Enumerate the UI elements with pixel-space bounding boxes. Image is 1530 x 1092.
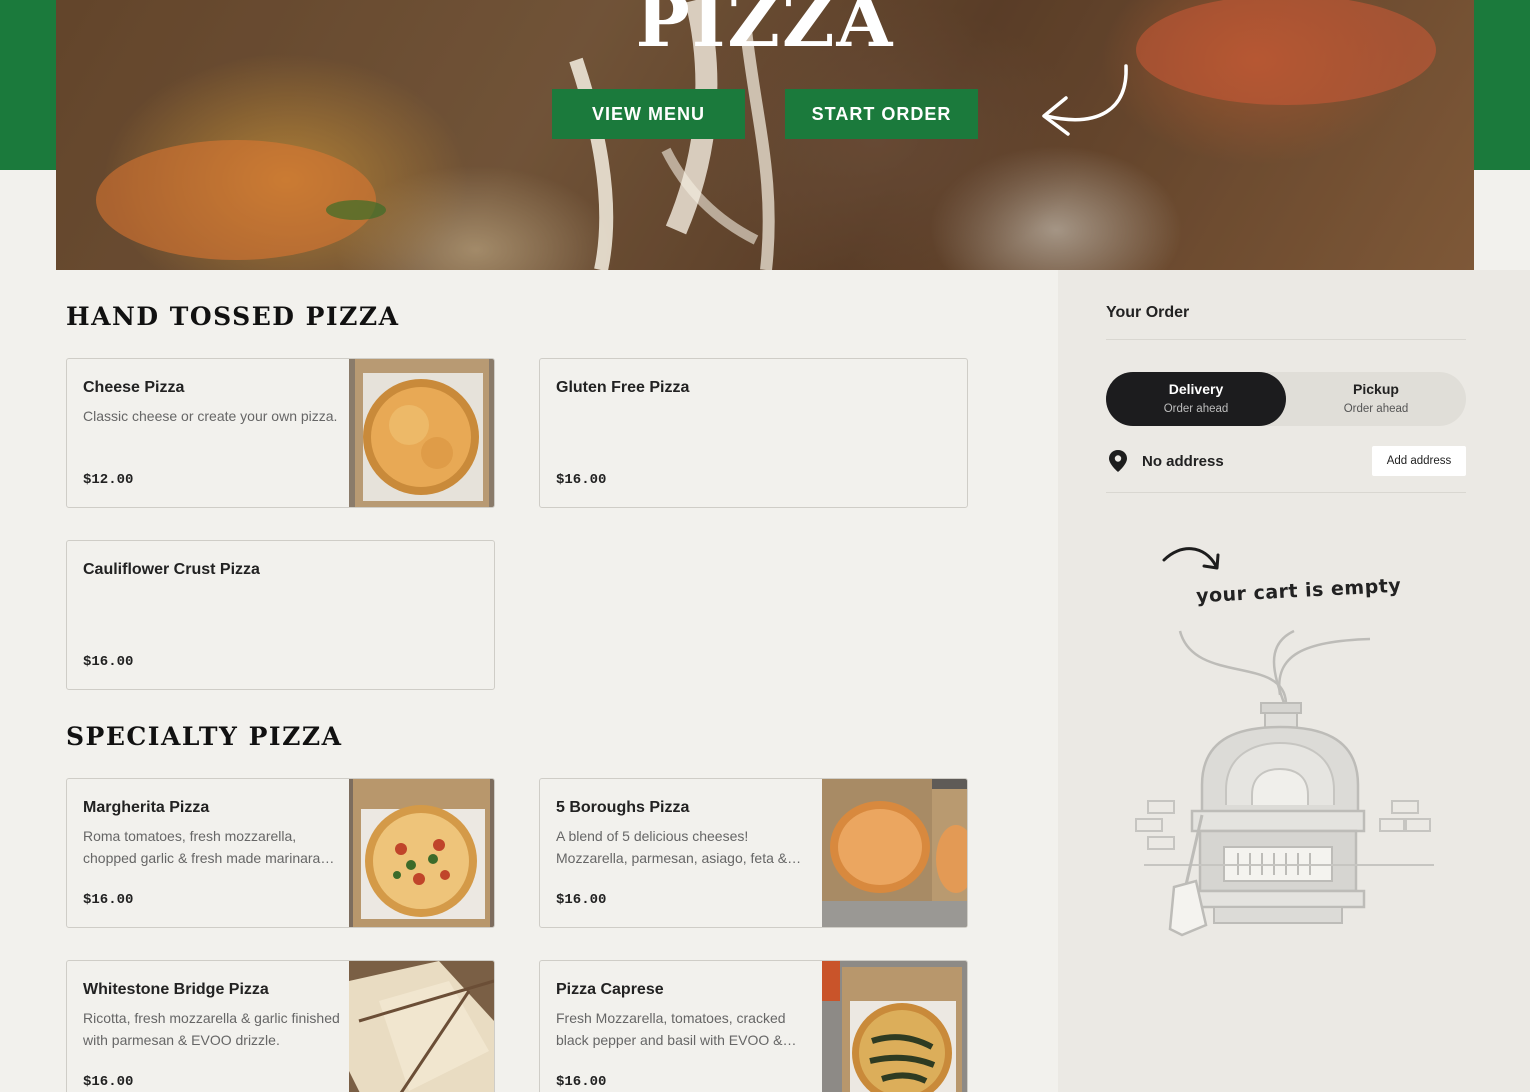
delivery-sub-label: Order ahead bbox=[1163, 403, 1229, 415]
menu-item-name: Gluten Free Pizza bbox=[556, 379, 690, 396]
menu-item-card[interactable]: Gluten Free Pizza $16.00 bbox=[539, 358, 968, 508]
menu-item-image bbox=[349, 779, 494, 927]
menu-item-price: $16.00 bbox=[83, 892, 134, 908]
fulfillment-toggle: Delivery Order ahead Pickup Order ahead bbox=[1106, 372, 1466, 426]
menu-item-card[interactable]: Cheese Pizza Classic cheese or create yo… bbox=[66, 358, 495, 508]
pickup-label: Pickup bbox=[1353, 381, 1399, 397]
menu-item-name: Cheese Pizza bbox=[83, 379, 185, 396]
curved-arrow-icon bbox=[1042, 64, 1128, 136]
menu-item-name: Cauliflower Crust Pizza bbox=[83, 561, 260, 578]
menu-item-description: Fresh Mozzarella, tomatoes, cracked blac… bbox=[556, 1010, 786, 1048]
menu-item-card[interactable]: Cauliflower Crust Pizza $16.00 bbox=[66, 540, 495, 690]
menu-item-price: $12.00 bbox=[83, 472, 134, 488]
menu-item-price: $16.00 bbox=[556, 1074, 607, 1090]
menu-item-image bbox=[822, 961, 967, 1092]
menu-item-card[interactable]: Pizza Caprese Fresh Mozzarella, tomatoes… bbox=[539, 960, 968, 1092]
menu-item-description: Ricotta, fresh mozzarella & garlic finis… bbox=[83, 1010, 340, 1048]
delivery-label: Delivery bbox=[1168, 381, 1224, 397]
divider bbox=[1106, 339, 1466, 340]
pickup-sub-label: Order ahead bbox=[1343, 403, 1409, 415]
pickup-option[interactable]: Pickup Order ahead bbox=[1286, 372, 1466, 426]
menu-item-card[interactable]: 5 Boroughs Pizza A blend of 5 delicious … bbox=[539, 778, 968, 928]
view-menu-button[interactable]: VIEW MENU bbox=[552, 89, 745, 139]
menu-item-description: A blend of 5 delicious cheeses! Mozzarel… bbox=[556, 828, 788, 866]
section-title-hand-tossed: HAND TOSSED PIZZA bbox=[66, 302, 400, 331]
menu-item-image bbox=[349, 961, 494, 1092]
address-label: No address bbox=[1142, 453, 1224, 470]
delivery-option[interactable]: Delivery Order ahead bbox=[1106, 372, 1286, 426]
menu-item-price: $16.00 bbox=[556, 892, 607, 908]
hero-title: PIZZA bbox=[635, 0, 895, 63]
hero-banner: PIZZA VIEW MENU START ORDER bbox=[56, 0, 1474, 270]
menu-item-price: $16.00 bbox=[83, 1074, 134, 1090]
menu-item-card[interactable]: Whitestone Bridge Pizza Ricotta, fresh m… bbox=[66, 960, 495, 1092]
menu-item-card[interactable]: Margherita Pizza Roma tomatoes, fresh mo… bbox=[66, 778, 495, 928]
menu-item-name: Whitestone Bridge Pizza bbox=[83, 981, 269, 998]
start-order-button[interactable]: START ORDER bbox=[785, 89, 978, 139]
menu-item-name: Pizza Caprese bbox=[556, 981, 664, 998]
pizza-oven-illustration bbox=[1135, 629, 1434, 937]
menu-item-image bbox=[349, 359, 494, 507]
menu-item-name: Margherita Pizza bbox=[83, 799, 210, 816]
location-pin-icon bbox=[1109, 450, 1127, 472]
menu-item-price: $16.00 bbox=[83, 654, 134, 670]
empty-cart-text: your cart is empty bbox=[1195, 574, 1402, 608]
menu-item-description: Classic cheese or create your own pizza. bbox=[83, 408, 338, 424]
curved-arrow-icon bbox=[1162, 547, 1220, 570]
add-address-button[interactable]: Add address bbox=[1372, 446, 1466, 476]
section-title-specialty: SPECIALTY PIZZA bbox=[66, 722, 343, 751]
menu-item-description: Roma tomatoes, fresh mozzarella, chopped… bbox=[83, 828, 321, 866]
menu-item-image bbox=[822, 779, 967, 927]
order-title: Your Order bbox=[1106, 304, 1190, 321]
divider bbox=[1106, 492, 1466, 493]
menu-item-name: 5 Boroughs Pizza bbox=[556, 799, 690, 816]
menu-item-price: $16.00 bbox=[556, 472, 607, 488]
order-sidebar: Your Order Delivery Order ahead Pickup O… bbox=[1058, 270, 1530, 1092]
